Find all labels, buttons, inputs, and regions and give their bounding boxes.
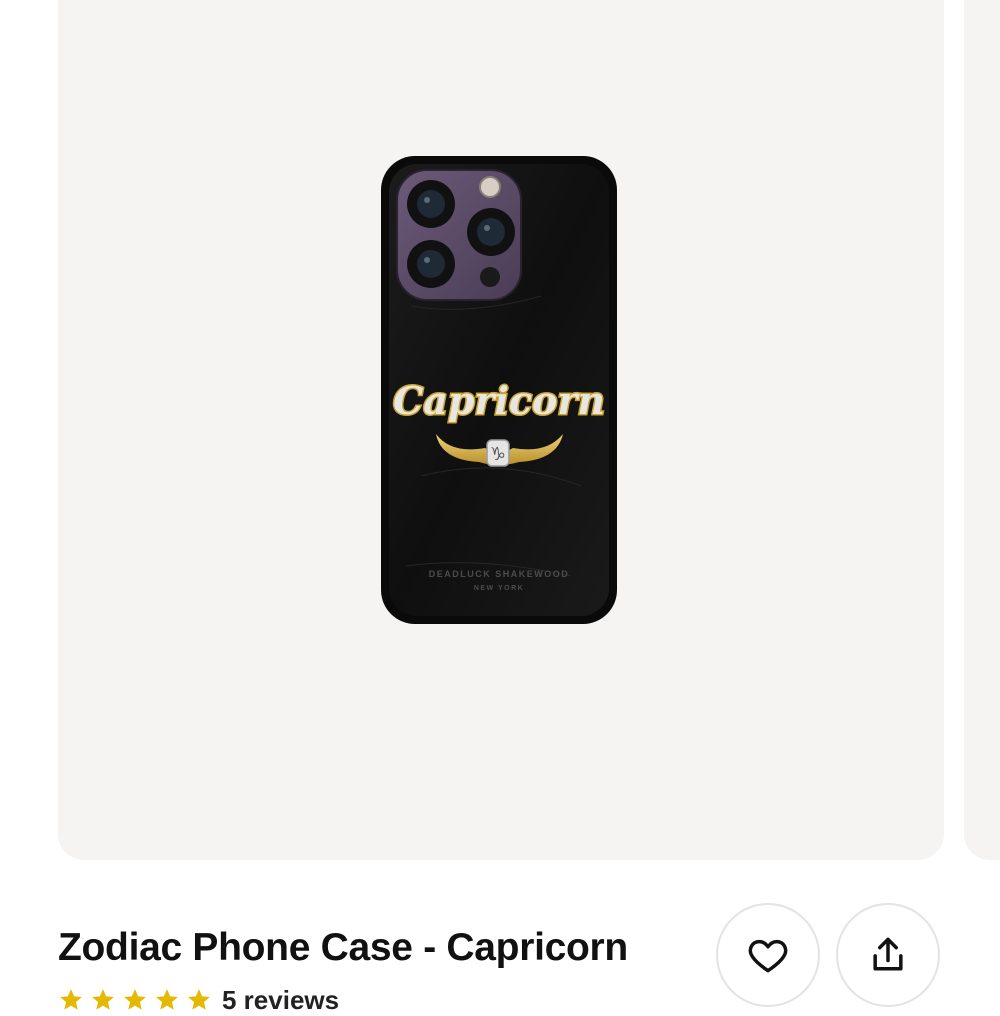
svg-text:♑: ♑ [490, 444, 506, 465]
camera-flash-icon [479, 176, 501, 198]
favorite-button[interactable] [716, 903, 820, 1007]
share-icon [873, 937, 903, 971]
star-icon [92, 989, 114, 1010]
next-image-slide-peek[interactable] [964, 0, 1000, 860]
nameplate-text: Capricorn [393, 378, 605, 423]
camera-lens-right-icon [467, 208, 515, 256]
star-rating [58, 987, 212, 1013]
rating-row[interactable]: 5 reviews [58, 985, 339, 1015]
star-icon [156, 989, 178, 1010]
product-image: Capricorn ♑ DEADLUCK SHAKEWOOD NEW YORK [381, 156, 617, 624]
review-count: 5 reviews [222, 984, 340, 1015]
case-city-text: NEW YORK [474, 585, 524, 592]
star-icon [60, 989, 82, 1010]
camera-sensor-icon [480, 267, 500, 287]
product-title: Zodiac Phone Case - Capricorn [58, 926, 628, 969]
camera-lens-bottom-left-icon [407, 240, 455, 288]
side-button [381, 306, 382, 360]
capricorn-symbol-icon: ♑ [486, 439, 510, 467]
camera-lens-top-left-icon [407, 180, 455, 228]
share-button[interactable] [836, 903, 940, 1007]
case-brand-text: DEADLUCK SHAKEWOOD [429, 569, 570, 579]
heart-icon [748, 939, 788, 973]
star-icon [124, 989, 146, 1010]
star-icon [188, 989, 210, 1010]
